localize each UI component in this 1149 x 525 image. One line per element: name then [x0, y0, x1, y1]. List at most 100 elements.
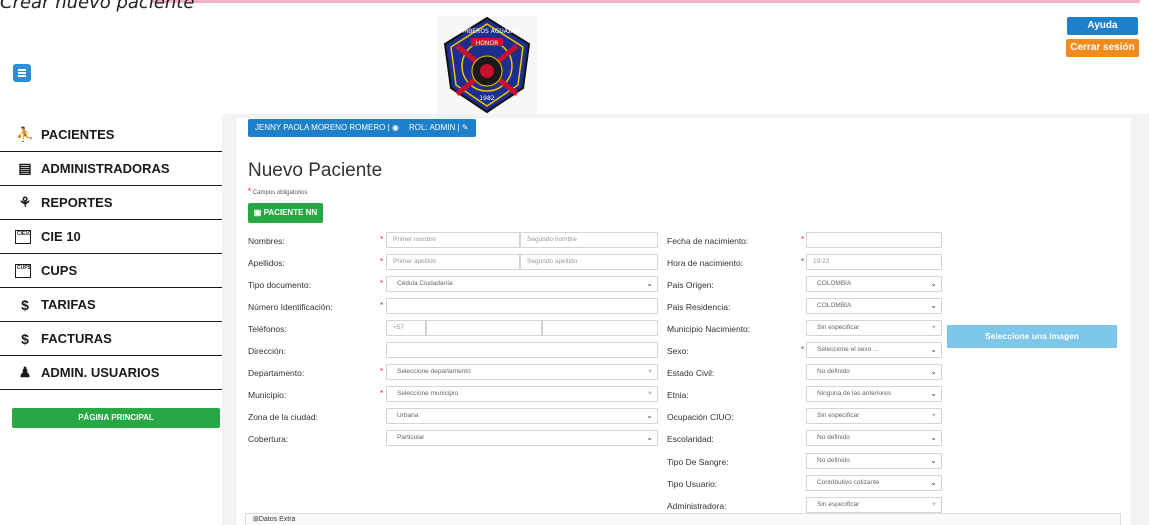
required-star: * — [380, 301, 384, 310]
ethnicity-select[interactable]: Ninguna de las anteriores ⌄ — [806, 386, 942, 402]
required-star: * — [380, 279, 384, 288]
menu-toggle-button[interactable] — [13, 64, 31, 82]
sex-value: Seleccione el sexo ... — [817, 346, 879, 353]
municipality-value: Seleccione municipio — [397, 390, 459, 397]
sidebar-item-label: CIE 10 — [41, 229, 81, 244]
chevron-down-icon: ⌄ — [646, 411, 653, 420]
extra-data-toggle[interactable]: ⊞Datos Extra — [245, 513, 1121, 525]
occupation-select[interactable]: Sin especificar ▼ — [806, 408, 942, 424]
document-type-select[interactable]: Cédula Ciudadanía ⌄ — [386, 276, 658, 292]
occupation-value: Sin especificar — [817, 412, 860, 419]
insurer-select[interactable]: Sin especificar ▼ — [806, 497, 942, 513]
chevron-down-icon: ▼ — [931, 413, 937, 419]
user-badge[interactable]: JENNY PAOLA MORENO ROMERO | ◉ — [248, 119, 406, 137]
address-input[interactable] — [386, 342, 658, 358]
coverage-select[interactable]: Particular ⌄ — [386, 430, 658, 446]
role-badge[interactable]: ROL: ADMIN | ✎ — [401, 119, 477, 137]
first-surname-input[interactable]: Primer apellido — [386, 254, 520, 270]
apellidos-label: Apellidos: — [248, 258, 285, 268]
sidebar-item-label: ADMINISTRADORAS — [41, 161, 170, 176]
chevron-down-icon: ⌄ — [930, 279, 937, 288]
sexo-label: Sexo: — [667, 346, 689, 356]
numero-id-label: Número Identificación: — [248, 302, 333, 312]
sidebar-item-label: ADMIN. USUARIOS — [41, 365, 160, 380]
chevron-down-icon: ⌄ — [646, 279, 653, 288]
paciente-nn-button[interactable]: ▣ PACIENTE NN — [248, 203, 323, 223]
sidebar-item-administradoras[interactable]: ▤ ADMINISTRADORAS — [0, 152, 222, 186]
required-star: * — [248, 187, 252, 196]
nombres-label: Nombres: — [248, 236, 285, 246]
chevron-down-icon: ⌄ — [930, 456, 937, 465]
sidebar-item-admin-usuarios[interactable]: ♟ ADMIN. USUARIOS — [0, 356, 222, 390]
hamburger-icon — [18, 69, 26, 77]
required-star: * — [380, 367, 384, 376]
chevron-down-icon: ⌄ — [930, 345, 937, 354]
zone-value: Urbana — [397, 412, 419, 419]
chevron-down-icon: ⌄ — [930, 433, 937, 442]
marital-status-value: No definido — [817, 368, 850, 375]
department-value: Seleccione departamento — [397, 368, 471, 375]
sidebar-item-tarifas[interactable]: $ TARIFAS — [0, 288, 222, 322]
sidebar-item-facturas[interactable]: $ FACTURAS — [0, 322, 222, 356]
document-type-value: Cédula Ciudadanía — [397, 280, 453, 287]
cie10-icon: CIE10 — [15, 229, 31, 244]
second-surname-input[interactable]: Segundo apellido — [520, 254, 658, 270]
id-number-input[interactable] — [386, 298, 658, 314]
blood-type-select[interactable]: No definido ⌄ — [806, 453, 942, 469]
education-select[interactable]: No definido ⌄ — [806, 430, 942, 446]
phone-prefix[interactable]: +57 — [386, 320, 426, 336]
user-name: JENNY PAOLA MORENO ROMERO | — [255, 123, 390, 132]
phone-input-1[interactable] — [426, 320, 542, 336]
main-page-button[interactable]: PÁGINA PRINCIPAL — [12, 408, 220, 428]
second-name-input[interactable]: Segundo nombre — [520, 232, 658, 248]
chevron-down-icon: ⌄ — [930, 367, 937, 376]
sex-select[interactable]: Seleccione el sexo ... ⌄ — [806, 342, 942, 358]
chevron-down-icon: ▼ — [647, 391, 653, 397]
fire-department-logo: HONOR BOMBEROS AGUAZUL 1982 — [437, 16, 537, 114]
municipio-label: Municipio: — [248, 390, 287, 400]
dollar-icon: $ — [21, 330, 29, 347]
tipo-documento-label: Tipo documento: — [248, 280, 311, 290]
telefonos-label: Teléfonos: — [248, 324, 287, 334]
cobertura-label: Cobertura: — [248, 434, 289, 444]
select-image-button[interactable]: Seleccione una imagen — [947, 325, 1117, 348]
sidebar-item-cups[interactable]: CUPS CUPS — [0, 254, 222, 288]
birth-time-input[interactable]: 19:23 — [806, 254, 942, 270]
chevron-down-icon: ⌄ — [930, 301, 937, 310]
logo-year: 1982 — [479, 95, 494, 102]
chevron-down-icon: ▼ — [647, 369, 653, 375]
sidebar-item-cie10[interactable]: CIE10 CIE 10 — [0, 220, 222, 254]
insurer-value: Sin especificar — [817, 501, 860, 508]
department-select[interactable]: Seleccione departamento ▼ — [386, 364, 658, 380]
user-type-select[interactable]: Contributivo cotizante ⌄ — [806, 475, 942, 491]
ethnicity-value: Ninguna de las anteriores — [817, 390, 892, 397]
required-star: * — [380, 257, 384, 266]
help-button[interactable]: Ayuda — [1067, 17, 1138, 35]
first-name-input[interactable]: Primer nombre — [386, 232, 520, 248]
wrench-icon: ✎ — [461, 123, 469, 132]
hora-nacimiento-label: Hora de nacimiento: — [667, 258, 744, 268]
extra-data-label: Datos Extra — [258, 516, 296, 523]
required-star: * — [380, 389, 384, 398]
patients-icon: ⛹ — [16, 126, 34, 142]
blood-type-value: No definido — [817, 457, 850, 464]
zone-select[interactable]: Urbana ⌄ — [386, 408, 658, 424]
tipo-usuario-label: Tipo Usuario: — [667, 479, 718, 489]
reports-icon: ⚘ — [18, 194, 32, 210]
marital-status-select[interactable]: No definido ⌄ — [806, 364, 942, 380]
birth-municipality-select[interactable]: Sin especificar ▼ — [806, 320, 942, 336]
municipality-select[interactable]: Seleccione municipio ▼ — [386, 386, 658, 402]
sidebar-item-pacientes[interactable]: ⛹ PACIENTES — [0, 118, 222, 152]
required-note-text: Campos obligatorios — [252, 190, 308, 196]
top-stripe — [150, 0, 1140, 3]
sidebar-item-label: TARIFAS — [41, 297, 96, 312]
required-star: * — [801, 257, 805, 266]
direccion-label: Dirección: — [248, 346, 286, 356]
birth-date-input[interactable] — [806, 232, 942, 248]
role-label: ROL: ADMIN | — [409, 123, 460, 132]
sidebar-item-reportes[interactable]: ⚘ REPORTES — [0, 186, 222, 220]
logout-button[interactable]: Cerrar sesión — [1066, 39, 1139, 57]
origin-country-select[interactable]: COLOMBIA ⌄ — [806, 276, 942, 292]
residence-country-select[interactable]: COLOMBIA ⌄ — [806, 298, 942, 314]
phone-input-2[interactable] — [542, 320, 658, 336]
